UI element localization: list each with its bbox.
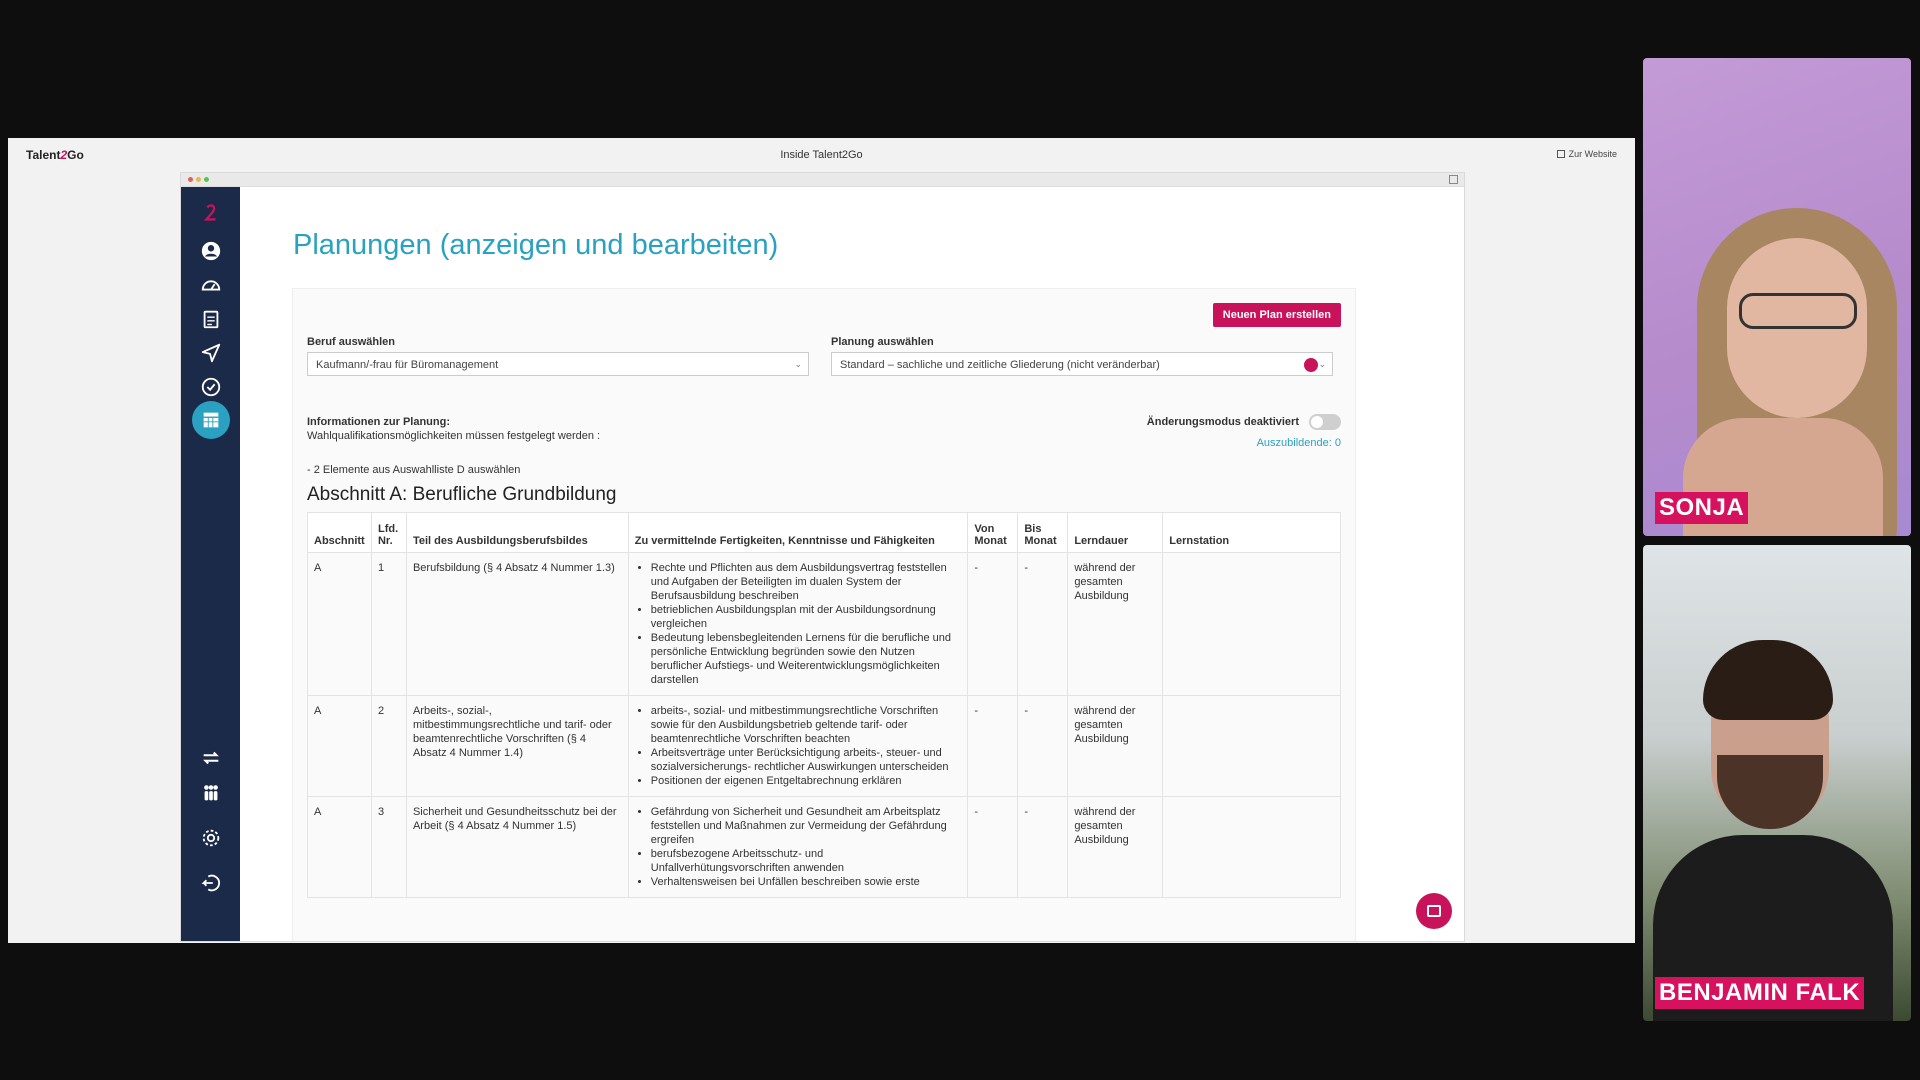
maximize-dot-icon[interactable]: [204, 177, 209, 182]
presentation-slide: Talent2Go Inside Talent2Go Zur Website P…: [8, 138, 1635, 943]
sync-arrows-icon[interactable]: [195, 742, 227, 774]
column-header[interactable]: Lerndauer: [1067, 512, 1164, 553]
users-group-icon[interactable]: [195, 777, 227, 809]
new-plan-button[interactable]: Neuen Plan erstellen: [1212, 303, 1341, 327]
video-tile-sonja: SONJA: [1643, 58, 1911, 536]
planung-select[interactable]: Standard – sachliche und zeitliche Glied…: [831, 352, 1333, 376]
page-title: Planungen (anzeigen und bearbeiten): [293, 229, 779, 261]
chat-icon: [1427, 905, 1441, 917]
chat-button[interactable]: [1416, 893, 1452, 929]
profile-icon[interactable]: [195, 235, 227, 267]
dashboard-gauge-icon[interactable]: [195, 269, 227, 301]
external-link-icon: [1556, 150, 1565, 158]
lernstation-cell[interactable]: [1162, 796, 1341, 898]
info-text: Wahlqualifikationsmöglichkeiten müssen f…: [307, 430, 601, 442]
participant-name: SONJA: [1655, 492, 1749, 524]
table-row[interactable]: A 2 Arbeits-, sozial-, mitbestimmungsrec…: [307, 695, 1341, 797]
gear-icon[interactable]: [195, 822, 227, 854]
table-row[interactable]: A 3 Sicherheit und Gesundheitsschutz bei…: [307, 796, 1341, 898]
edit-mode-toggle[interactable]: [1309, 414, 1341, 430]
planning-calendar-icon[interactable]: [192, 401, 230, 439]
column-header[interactable]: Abschnitt: [307, 512, 372, 553]
logout-icon[interactable]: [195, 867, 227, 899]
edit-mode-label: Änderungsmodus deaktiviert: [1146, 416, 1299, 428]
check-circle-icon[interactable]: [195, 371, 227, 403]
beruf-select[interactable]: Kaufmann/-frau für Büromanagement ⌄: [307, 352, 809, 376]
participant-name: BENJAMIN FALK: [1655, 977, 1865, 1009]
status-dot-icon: [1304, 358, 1318, 372]
planning-panel: Neuen Plan erstellen Beruf auswählen Kau…: [292, 288, 1356, 941]
column-header[interactable]: Bis Monat: [1017, 512, 1069, 553]
section-title: Abschnitt A: Berufliche Grundbildung: [307, 484, 617, 505]
beruf-label: Beruf auswählen: [307, 336, 396, 348]
info-title: Informationen zur Planung:: [307, 416, 450, 428]
planung-label: Planung auswählen: [831, 336, 934, 348]
column-header[interactable]: Von Monat: [967, 512, 1019, 553]
send-icon[interactable]: [195, 337, 227, 369]
fullscreen-icon[interactable]: [1449, 175, 1458, 184]
lernstation-cell[interactable]: [1162, 695, 1341, 797]
info-item: - 2 Elemente aus Auswahlliste D auswähle…: [307, 464, 521, 476]
clipboard-icon[interactable]: [195, 303, 227, 335]
table-header-row: Abschnitt Lfd. Nr. Teil des Ausbildungsb…: [307, 512, 1341, 553]
video-tile-benjamin: BENJAMIN FALK: [1643, 545, 1911, 1021]
browser-window: Planungen (anzeigen und bearbeiten) Neue…: [180, 172, 1465, 942]
column-header[interactable]: Teil des Ausbildungsberufsbildes: [405, 512, 629, 553]
lernstation-cell[interactable]: [1162, 552, 1341, 696]
website-link[interactable]: Zur Website: [1556, 149, 1617, 159]
logo-icon[interactable]: [195, 197, 227, 229]
close-dot-icon[interactable]: [188, 177, 193, 182]
column-header[interactable]: Lernstation: [1162, 512, 1341, 553]
chevron-down-icon: ⌄: [794, 359, 802, 369]
column-header[interactable]: Lfd. Nr.: [370, 512, 407, 553]
trainees-link[interactable]: Auszubildende: 0: [1257, 437, 1341, 449]
planning-table: Abschnitt Lfd. Nr. Teil des Ausbildungsb…: [307, 512, 1341, 898]
browser-titlebar: [181, 173, 1464, 187]
main-content: Planungen (anzeigen und bearbeiten) Neue…: [240, 187, 1464, 941]
column-header[interactable]: Zu vermittelnde Fertigkeiten, Kenntnisse…: [627, 512, 969, 553]
minimize-dot-icon[interactable]: [196, 177, 201, 182]
sidebar: [181, 187, 240, 941]
slide-title: Inside Talent2Go: [780, 149, 863, 161]
chevron-down-icon: ⌄: [1318, 359, 1326, 369]
table-row[interactable]: A 1 Berufsbildung (§ 4 Absatz 4 Nummer 1…: [307, 552, 1341, 696]
